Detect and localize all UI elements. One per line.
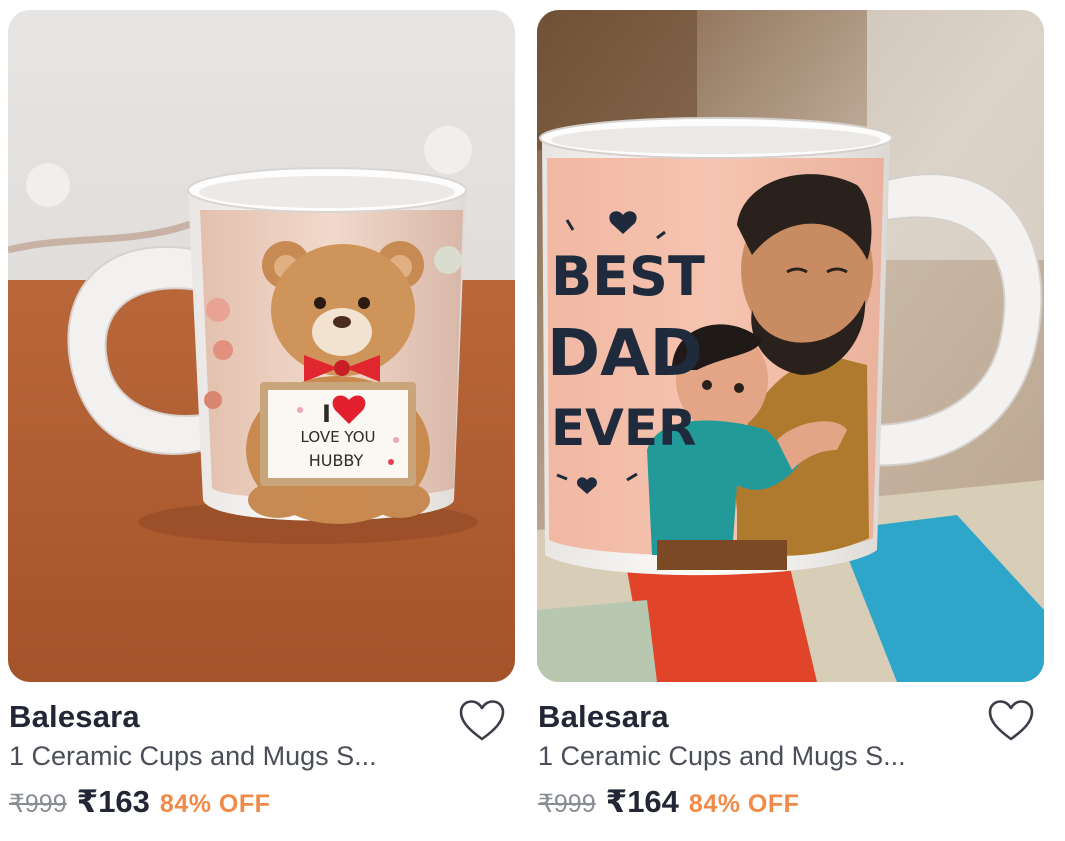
wishlist-button[interactable] [458, 699, 506, 743]
product-card[interactable]: I LOVE YOU HUBBY Balesara 1 Ceramic Cups… [8, 10, 515, 832]
product-image-art: BEST DAD EVER [537, 10, 1044, 682]
heart-outline-icon [459, 700, 505, 741]
product-title[interactable]: 1 Ceramic Cups and Mugs S... [538, 741, 968, 772]
product-grid: I LOVE YOU HUBBY Balesara 1 Ceramic Cups… [0, 0, 1065, 841]
sale-price: ₹164 [605, 784, 679, 819]
discount-badge: 84% OFF [688, 790, 800, 818]
discount-badge: 84% OFF [159, 790, 271, 818]
product-info: Balesara 1 Ceramic Cups and Mugs S... ₹9… [8, 682, 515, 832]
product-card[interactable]: BEST DAD EVER Balesara 1 Ceramic Cups an… [537, 10, 1044, 832]
product-brand: Balesara [9, 699, 140, 734]
sign-text-hubby: HUBBY [309, 451, 364, 470]
original-price: ₹999 [9, 790, 67, 818]
wishlist-button[interactable] [987, 699, 1035, 743]
sign-text-love-you: LOVE YOU [301, 428, 376, 446]
product-info: Balesara 1 Ceramic Cups and Mugs S... ₹9… [537, 682, 1044, 832]
product-title[interactable]: 1 Ceramic Cups and Mugs S... [9, 741, 439, 772]
sale-price: ₹163 [76, 784, 150, 819]
mug-text-best: BEST [551, 245, 705, 308]
original-price: ₹999 [538, 790, 596, 818]
product-image-art: I LOVE YOU HUBBY [8, 10, 515, 682]
mug-text-dad: DAD [547, 317, 703, 391]
product-brand: Balesara [538, 699, 669, 734]
product-image[interactable]: I LOVE YOU HUBBY [8, 10, 515, 682]
heart-outline-icon [988, 700, 1034, 741]
price-row: ₹999 ₹163 84% OFF [9, 784, 270, 820]
sign-text-i: I [322, 400, 331, 428]
product-image[interactable]: BEST DAD EVER [537, 10, 1044, 682]
price-row: ₹999 ₹164 84% OFF [538, 784, 799, 820]
mug-text-ever: EVER [551, 399, 697, 457]
